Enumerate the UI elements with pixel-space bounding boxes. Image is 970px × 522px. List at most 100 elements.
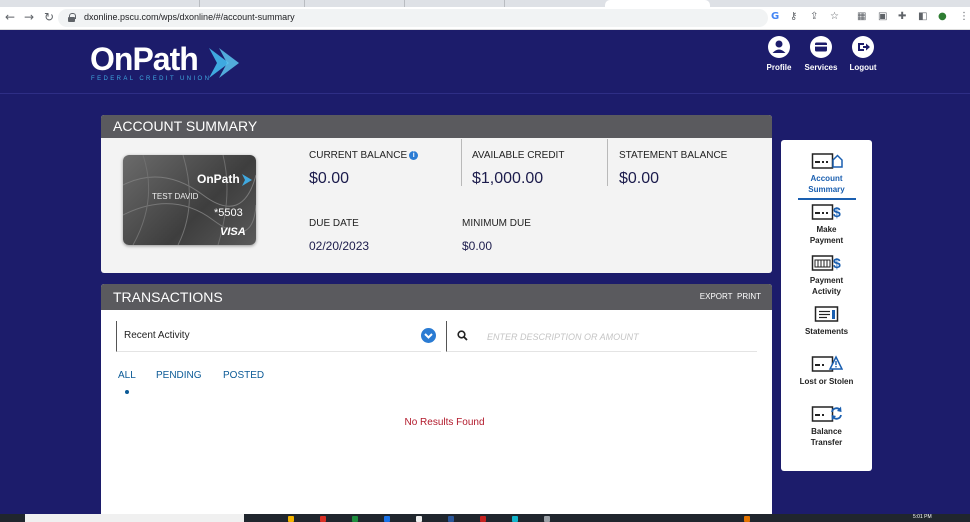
extension-icon[interactable]: ▣ [878,11,887,22]
balance-transfer-icon [811,406,842,422]
taskbar-app-icon[interactable] [384,516,390,522]
taskbar-search-box[interactable] [25,514,244,522]
sidebar-label: Activity [812,287,841,296]
sidebar-label: Make [816,225,837,234]
share-icon[interactable]: ⇪ [810,11,818,22]
tab-pending[interactable]: PENDING [156,370,202,381]
taskbar-app-icon[interactable] [512,516,518,522]
svg-text:$: $ [833,204,841,220]
search-icon[interactable] [457,330,468,341]
empty-message: No Results Found [404,417,485,428]
sidebar-label: Transfer [810,438,843,447]
forward-icon[interactable]: → [24,10,34,24]
lost-stolen-icon [811,355,843,372]
statement-balance-value: $0.00 [619,170,660,187]
taskbar-app-icon[interactable] [288,516,294,522]
onpath-logo[interactable]: OnPath FEDERAL CREDIT UNION [90,41,239,82]
logout-icon [852,36,874,58]
browser-tab-active[interactable] [605,0,710,7]
logo-subtext: FEDERAL CREDIT UNION [91,76,212,82]
available-credit-value: $1,000.00 [472,170,544,187]
profile-icon[interactable]: ● [938,11,947,22]
statements-icon [814,306,838,322]
card-icon [810,36,832,58]
reload-icon[interactable]: ↻ [44,10,54,24]
sidebar-item-balance-transfer[interactable]: Balance Transfer [781,404,872,448]
logo-text: OnPath [90,41,199,77]
sidebar-label: Statements [804,327,849,336]
chevron-down-icon[interactable] [421,328,436,343]
taskbar-app-icon[interactable] [448,516,454,522]
info-icon[interactable]: i [409,151,419,160]
minimum-due-label: MINIMUM DUE [462,218,531,229]
browser-tab[interactable] [305,0,405,7]
sidebar-item-statements[interactable]: Statements [781,304,872,337]
transactions-title: TRANSACTIONS [101,284,772,310]
divider [461,139,462,186]
svg-text:$: $ [833,255,841,271]
tab-all[interactable]: ALL [118,370,136,381]
card-holder: TEST DAVID [152,192,199,201]
google-icon[interactable]: G [771,11,779,22]
taskbar-app-icon[interactable] [416,516,422,522]
due-date-value: 02/20/2023 [309,239,370,253]
os-taskbar: 5:01 PM [0,514,970,522]
print-link[interactable]: PRINT [737,292,761,301]
current-balance: CURRENT BALANCE i $0.00 [309,150,419,188]
extension-icon[interactable]: ▦ [857,11,866,22]
account-summary-title: ACCOUNT SUMMARY [101,115,772,138]
sidebar-item-account-summary[interactable]: Account Summary [781,151,872,200]
menu-icon[interactable]: ⋮ [959,11,969,22]
account-summary-panel: ACCOUNT SUMMARY OnPath TEST DAVID *5503 … [101,115,772,273]
sidebar-item-payment-activity[interactable]: $ Payment Activity [781,253,872,297]
taskbar-app-icon[interactable] [320,516,326,522]
due-date: DUE DATE 02/20/2023 [309,218,369,253]
statement-balance-label: STATEMENT BALANCE [619,150,728,161]
credit-card-image: OnPath TEST DAVID *5503 VISA [123,155,256,245]
browser-tab[interactable] [405,0,505,7]
puzzle-icon[interactable]: ✚ [898,11,906,22]
account-summary-icon [811,153,843,169]
key-icon[interactable]: ⚷ [790,11,797,22]
header-links: EXPORT PRINT [700,292,761,301]
browser-tab[interactable] [0,0,200,7]
sidebar-item-make-payment[interactable]: $ Make Payment [781,202,872,246]
lock-icon[interactable] [68,13,76,22]
back-icon[interactable]: ← [5,10,15,24]
url-text[interactable]: dxonline.pscu.com/wps/dxonline/#/account… [84,12,295,22]
card-chevron-icon [242,174,252,186]
payment-activity-icon: $ [811,255,841,271]
sidebar-icon[interactable]: ◧ [918,11,927,22]
star-icon[interactable]: ☆ [830,11,839,22]
sidebar-item-lost-or-stolen[interactable]: Lost or Stolen [781,354,872,387]
sidebar-label: Balance [811,427,842,436]
minimum-due: MINIMUM DUE $0.00 [462,218,531,253]
taskbar-app-icon[interactable] [352,516,358,522]
taskbar-app-icon[interactable] [744,516,750,522]
browser-tab[interactable] [200,0,305,7]
activity-filter-value: Recent Activity [124,330,190,341]
browser-tab-strip [0,0,970,7]
transactions-panel: TRANSACTIONS EXPORT PRINT Recent Activit… [101,284,772,522]
logo-chevron-icon [209,48,239,78]
taskbar-app-icon[interactable] [480,516,486,522]
site-header: OnPath FEDERAL CREDIT UNION Profile Serv… [0,31,970,94]
sidebar-label: Summary [808,185,845,194]
activity-filter-select[interactable]: Recent Activity [116,321,441,352]
taskbar-app-icon[interactable] [544,516,550,522]
active-underline [797,198,856,200]
tab-posted[interactable]: POSTED [223,370,264,381]
card-number: *5503 [214,207,243,219]
current-balance-value: $0.00 [309,170,350,187]
search-input[interactable] [487,329,747,344]
sidebar-label: Account [810,174,843,183]
logout-button[interactable]: Logout [838,36,888,72]
url-box[interactable]: dxonline.pscu.com/wps/dxonline/#/account… [58,9,768,27]
current-balance-label: CURRENT BALANCE [309,150,408,161]
export-link[interactable]: EXPORT [700,292,733,301]
available-credit: AVAILABLE CREDIT $1,000.00 [472,150,564,188]
sidebar-label: Payment [809,236,844,245]
card-brand: OnPath [197,172,240,186]
taskbar-clock: 5:01 PM [913,514,932,520]
sidebar-label: Lost or Stolen [799,377,854,386]
